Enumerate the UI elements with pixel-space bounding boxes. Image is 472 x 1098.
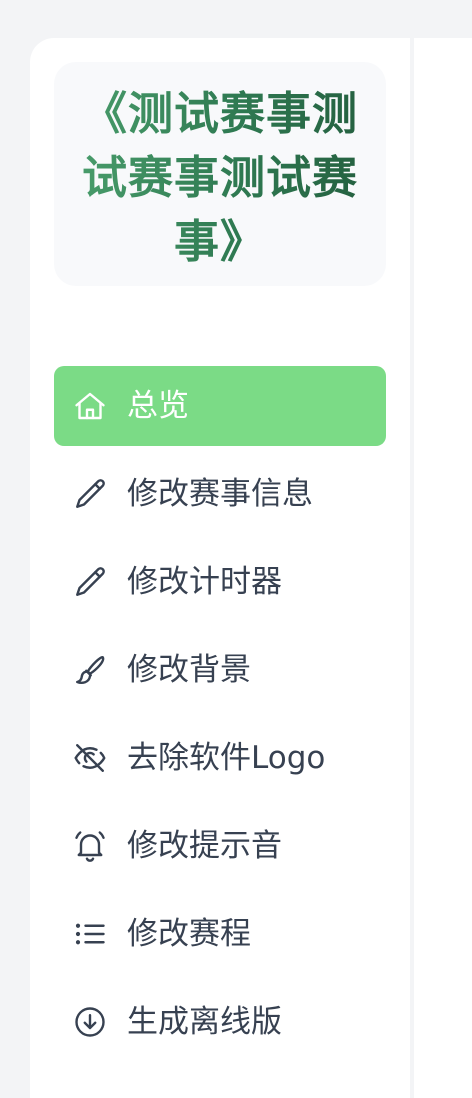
sidebar-item-remove-logo[interactable]: 去除软件Logo bbox=[54, 718, 386, 798]
sidebar-item-edit-sound[interactable]: 修改提示音 bbox=[54, 806, 386, 886]
list-icon bbox=[72, 916, 108, 952]
sidebar-item-label: 生成离线版 bbox=[127, 1004, 282, 1040]
paintbrush-icon bbox=[72, 652, 108, 688]
sidebar-item-overview[interactable]: 总览 bbox=[54, 366, 386, 446]
bell-icon bbox=[72, 828, 108, 864]
sidebar-item-label: 修改赛事信息 bbox=[127, 476, 313, 512]
sidebar-item-edit-event-info[interactable]: 修改赛事信息 bbox=[54, 454, 386, 534]
sidebar-item-generate-offline[interactable]: 生成离线版 bbox=[54, 982, 386, 1062]
sidebar-item-label: 修改提示音 bbox=[127, 828, 282, 864]
event-title: 《测试赛事测试赛事测试赛事》 bbox=[68, 82, 372, 274]
download-circle-icon bbox=[72, 1004, 108, 1040]
pencil-icon bbox=[72, 476, 108, 512]
app-page: 《测试赛事测试赛事测试赛事》 总览 修改赛事信息 修改计时器 修改背景 去除软件… bbox=[0, 0, 472, 1098]
pencil-icon bbox=[72, 564, 108, 600]
sidebar-item-label: 修改计时器 bbox=[127, 564, 282, 600]
sidebar-menu: 总览 修改赛事信息 修改计时器 修改背景 去除软件Logo 修改提示音 修改赛程… bbox=[54, 366, 386, 1070]
event-title-card: 《测试赛事测试赛事测试赛事》 bbox=[54, 62, 386, 286]
main-content bbox=[414, 38, 472, 1098]
sidebar-item-edit-timer[interactable]: 修改计时器 bbox=[54, 542, 386, 622]
sidebar-item-label: 修改赛程 bbox=[127, 916, 251, 952]
sidebar-item-label: 去除软件Logo bbox=[127, 740, 326, 776]
sidebar-item-edit-background[interactable]: 修改背景 bbox=[54, 630, 386, 710]
sidebar-item-label: 修改背景 bbox=[127, 652, 251, 688]
sidebar-item-label: 总览 bbox=[127, 388, 189, 424]
eye-off-icon bbox=[72, 740, 108, 776]
sidebar-item-edit-schedule[interactable]: 修改赛程 bbox=[54, 894, 386, 974]
sidebar: 《测试赛事测试赛事测试赛事》 总览 修改赛事信息 修改计时器 修改背景 去除软件… bbox=[30, 38, 410, 1098]
home-icon bbox=[72, 388, 108, 424]
